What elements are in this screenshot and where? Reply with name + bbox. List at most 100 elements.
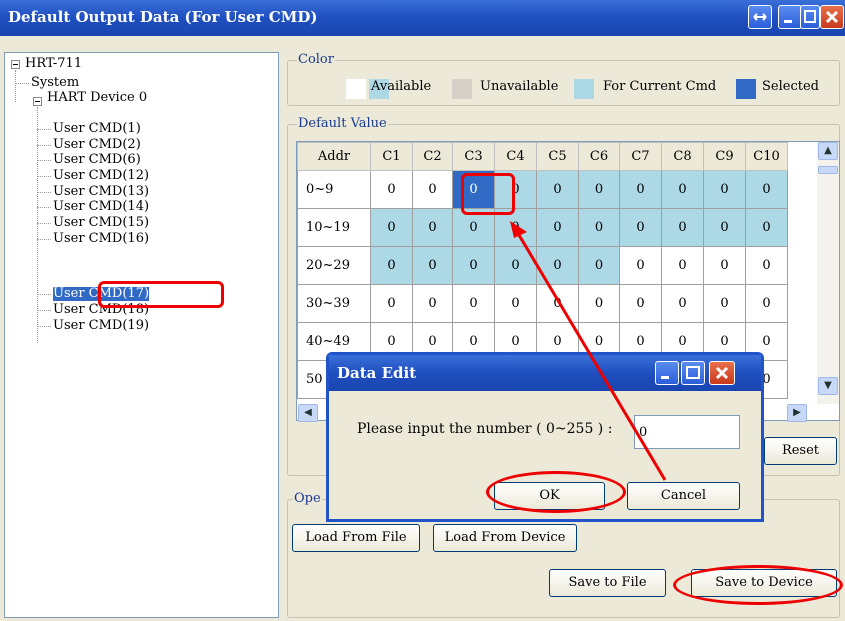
value-cell[interactable]: 0 xyxy=(536,284,579,323)
value-cell[interactable]: 0 xyxy=(578,284,620,323)
minimize-button[interactable] xyxy=(778,5,802,29)
load-from-device-button[interactable]: Load From Device xyxy=(433,524,577,552)
column-header[interactable]: C5 xyxy=(536,142,579,171)
value-cell[interactable]: 0 xyxy=(578,246,620,285)
tree-item-device[interactable]: HART Device 0 xyxy=(47,91,147,105)
value-cell[interactable]: 0 xyxy=(703,246,746,285)
value-cell[interactable]: 0 xyxy=(745,246,788,285)
value-cell[interactable]: 0 xyxy=(703,284,746,323)
maximize-button[interactable] xyxy=(800,5,820,29)
column-header[interactable]: C2 xyxy=(412,142,453,171)
value-cell[interactable]: 0 xyxy=(661,246,704,285)
dialog-maximize-button[interactable] xyxy=(681,361,705,385)
value-cell[interactable]: 0 xyxy=(619,284,662,323)
dialog-close-button[interactable] xyxy=(709,361,735,385)
value-cell[interactable]: 0 xyxy=(578,170,620,209)
tree-item-user-cmd[interactable]: User CMD(13) xyxy=(53,185,149,199)
value-cell[interactable]: 0 xyxy=(619,208,662,247)
value-cell[interactable]: 0 xyxy=(661,170,704,209)
cancel-button[interactable]: Cancel xyxy=(627,482,740,510)
current-swatch xyxy=(574,79,594,99)
main-window: Default Output Data (For User CMD) HRT-7… xyxy=(0,0,845,621)
value-cell[interactable]: 0 xyxy=(494,246,537,285)
value-cell[interactable]: 0 xyxy=(494,284,537,323)
value-cell[interactable]: 0 xyxy=(661,284,704,323)
column-header[interactable]: C1 xyxy=(370,142,413,171)
scroll-thumb[interactable] xyxy=(818,166,838,174)
column-header[interactable]: C7 xyxy=(619,142,662,171)
value-cell[interactable]: 0 xyxy=(619,170,662,209)
dialog-minimize-button[interactable] xyxy=(655,361,679,385)
white-swatch xyxy=(346,79,366,99)
tree-item-user-cmd[interactable]: User CMD(14) xyxy=(53,200,149,214)
value-cell[interactable]: 0 xyxy=(536,208,579,247)
row-address: 0~9 xyxy=(297,170,371,209)
resize-icon[interactable] xyxy=(748,5,772,29)
number-input[interactable] xyxy=(634,415,740,449)
value-cell[interactable]: 0 xyxy=(452,246,495,285)
column-header[interactable]: C9 xyxy=(703,142,746,171)
dialog-title-bar: Data Edit xyxy=(329,355,761,391)
value-cell[interactable]: 0 xyxy=(370,170,413,209)
tree-item-user-cmd[interactable]: User CMD(2) xyxy=(53,138,141,152)
value-cell[interactable]: 0 xyxy=(412,284,453,323)
highlight-save-device xyxy=(673,565,843,605)
value-cell[interactable]: 0 xyxy=(412,208,453,247)
column-header[interactable]: C4 xyxy=(494,142,537,171)
close-button[interactable] xyxy=(820,5,844,29)
value-cell[interactable]: 0 xyxy=(536,170,579,209)
value-cell[interactable]: 0 xyxy=(412,170,453,209)
value-cell[interactable]: 0 xyxy=(619,246,662,285)
row-address: 30~39 xyxy=(297,284,371,323)
value-cell[interactable]: 0 xyxy=(370,208,413,247)
selected-swatch xyxy=(736,79,756,99)
row-address: 10~19 xyxy=(297,208,371,247)
value-cell[interactable]: 0 xyxy=(452,284,495,323)
scroll-up-icon[interactable]: ▲ xyxy=(818,142,838,160)
highlight-tree-item xyxy=(98,281,224,308)
value-cell[interactable]: 0 xyxy=(745,170,788,209)
column-header[interactable]: C3 xyxy=(452,142,495,171)
selected-label: Selected xyxy=(762,79,819,94)
tree-root[interactable]: HRT-711 xyxy=(25,57,82,71)
default-value-label: Default Value xyxy=(297,116,388,131)
value-cell[interactable]: 0 xyxy=(703,208,746,247)
table-row: 30~39 0 0 0 0 0 0 0 0 0 0 xyxy=(297,284,788,323)
reset-button[interactable]: Reset xyxy=(764,437,837,465)
column-header[interactable]: C8 xyxy=(661,142,704,171)
tree-item-user-cmd[interactable]: User CMD(6) xyxy=(53,153,141,167)
value-cell[interactable]: 0 xyxy=(412,246,453,285)
grid-vertical-scrollbar[interactable]: ▲ ▼ xyxy=(817,142,839,404)
tree-item-user-cmd[interactable]: User CMD(1) xyxy=(53,122,141,136)
tree-item-user-cmd[interactable]: User CMD(12) xyxy=(53,169,149,183)
column-header[interactable]: C10 xyxy=(745,142,788,171)
value-cell[interactable]: 0 xyxy=(536,246,579,285)
value-cell[interactable]: 0 xyxy=(370,246,413,285)
value-cell[interactable]: 0 xyxy=(745,284,788,323)
unavailable-label: Unavailable xyxy=(480,79,559,94)
device-tree: HRT-711 System HART Device 0 User CMD(1)… xyxy=(4,52,279,618)
column-header[interactable]: Addr xyxy=(297,142,371,171)
color-group-label: Color xyxy=(297,52,335,67)
tree-item-user-cmd[interactable]: User CMD(19) xyxy=(53,319,149,333)
scroll-left-icon[interactable]: ◀ xyxy=(298,404,318,422)
tree-item-user-cmd[interactable]: User CMD(15) xyxy=(53,216,149,230)
value-cell[interactable]: 0 xyxy=(370,284,413,323)
window-title: Default Output Data (For User CMD) xyxy=(8,8,318,26)
dialog-prompt: Please input the number ( 0~255 ) : xyxy=(357,421,613,437)
scroll-right-icon[interactable]: ▶ xyxy=(787,404,807,422)
collapse-icon[interactable] xyxy=(33,97,42,106)
value-cell[interactable]: 0 xyxy=(745,208,788,247)
tree-item-system[interactable]: System xyxy=(31,76,79,90)
column-header[interactable]: C6 xyxy=(578,142,620,171)
load-from-file-button[interactable]: Load From File xyxy=(292,524,420,552)
scroll-down-icon[interactable]: ▼ xyxy=(818,377,838,395)
collapse-icon[interactable] xyxy=(11,60,20,69)
unavailable-swatch xyxy=(452,79,472,99)
value-cell[interactable]: 0 xyxy=(578,208,620,247)
value-cell[interactable]: 0 xyxy=(661,208,704,247)
value-cell[interactable]: 0 xyxy=(703,170,746,209)
save-to-file-button[interactable]: Save to File xyxy=(549,569,666,597)
tree-item-user-cmd[interactable]: User CMD(16) xyxy=(53,232,149,246)
table-row: 20~29 0 0 0 0 0 0 0 0 0 0 xyxy=(297,246,788,285)
